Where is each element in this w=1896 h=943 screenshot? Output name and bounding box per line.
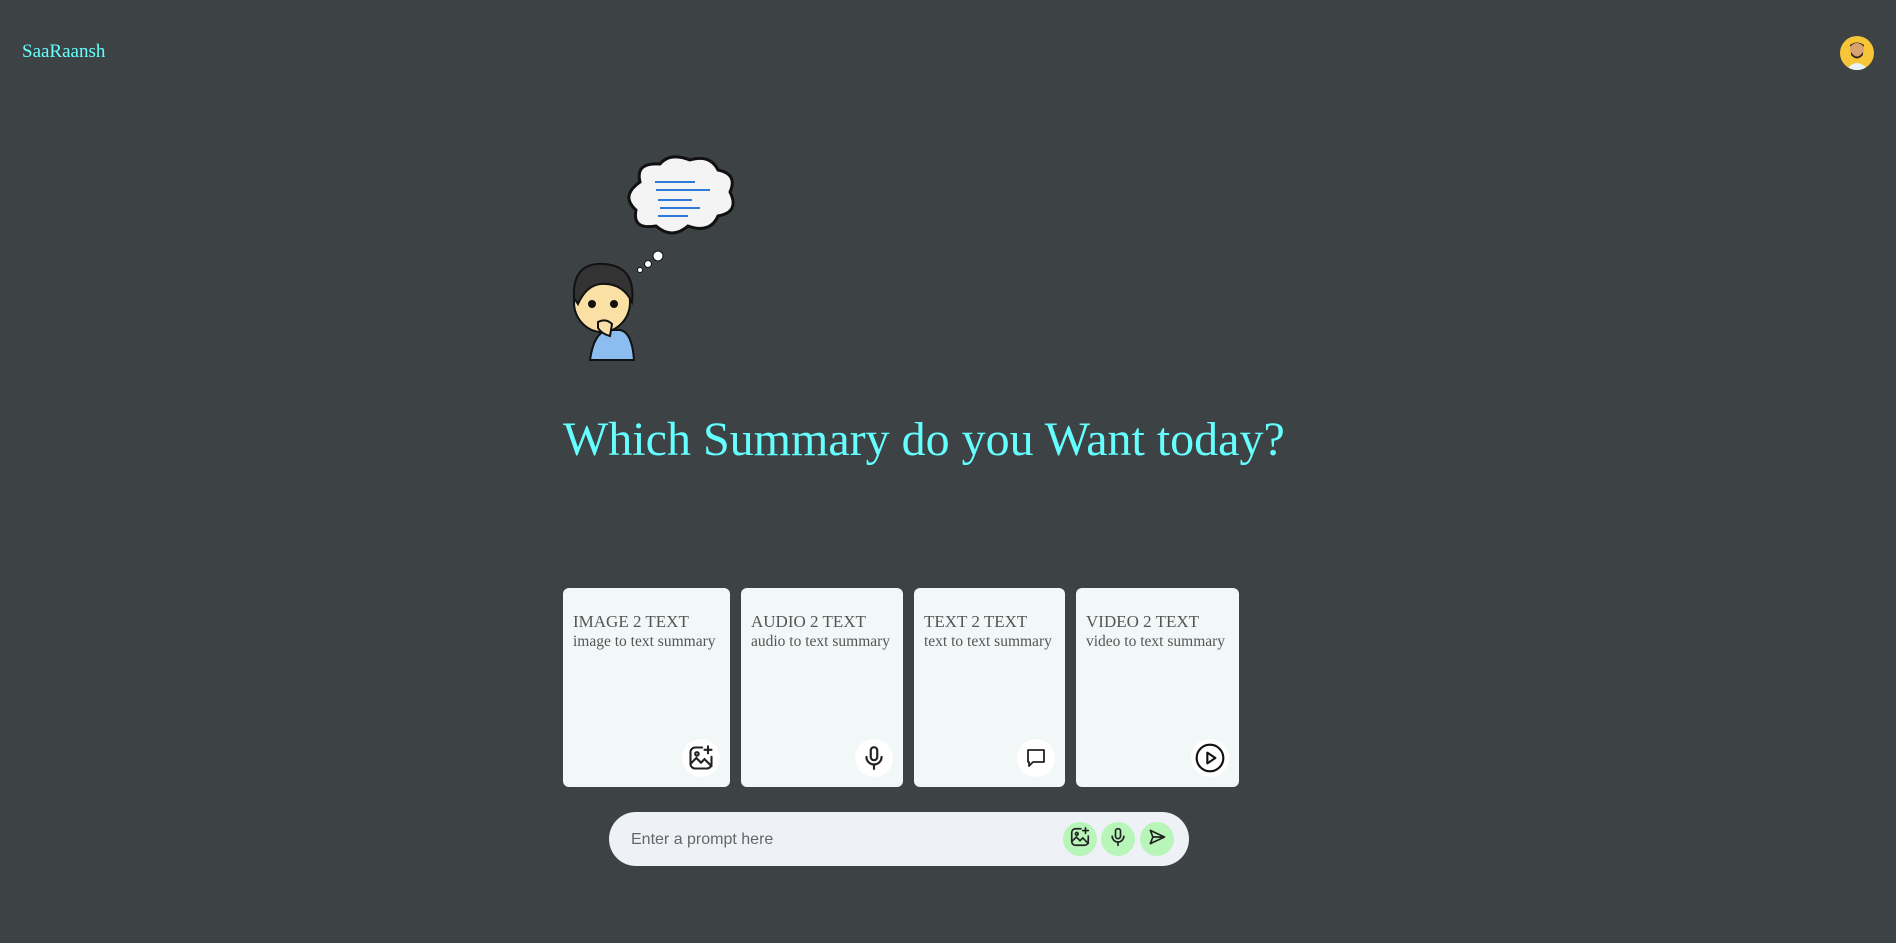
card-title: IMAGE 2 TEXT <box>573 612 689 631</box>
mic-icon <box>1108 827 1128 852</box>
card-title: VIDEO 2 TEXT <box>1086 612 1199 631</box>
send-button[interactable] <box>1140 822 1174 856</box>
play-circle-icon[interactable] <box>1191 739 1229 777</box>
summary-type-cards: IMAGE 2 TEXT image to text summary AUDIO… <box>563 588 1239 787</box>
page-heading: Which Summary do you Want today? <box>563 413 1285 466</box>
prompt-input[interactable] <box>629 812 1053 868</box>
card-title: AUDIO 2 TEXT <box>751 612 866 631</box>
image-plus-icon <box>1069 826 1091 853</box>
card-audio-2-text[interactable]: AUDIO 2 TEXT audio to text summary <box>741 588 903 787</box>
upload-image-button[interactable] <box>1063 822 1097 856</box>
user-avatar[interactable] <box>1840 36 1874 70</box>
card-subtitle: audio to text summary <box>751 633 891 650</box>
thinking-boy-illustration <box>560 152 770 367</box>
app-logo[interactable]: SaaRaansh <box>22 41 105 63</box>
card-text-2-text[interactable]: TEXT 2 TEXT text to text summary <box>914 588 1065 787</box>
mic-icon[interactable] <box>855 739 893 777</box>
card-video-2-text[interactable]: VIDEO 2 TEXT video to text summary <box>1076 588 1239 787</box>
card-image-2-text[interactable]: IMAGE 2 TEXT image to text summary <box>563 588 730 787</box>
card-title: TEXT 2 TEXT <box>924 612 1028 631</box>
image-plus-icon[interactable] <box>682 739 720 777</box>
card-subtitle: text to text summary <box>924 633 1052 650</box>
prompt-bar <box>609 812 1189 868</box>
message-icon[interactable] <box>1017 739 1055 777</box>
card-subtitle: video to text summary <box>1086 633 1226 650</box>
card-subtitle: image to text summary <box>573 633 716 650</box>
voice-input-button[interactable] <box>1101 822 1135 856</box>
send-icon <box>1147 827 1167 852</box>
